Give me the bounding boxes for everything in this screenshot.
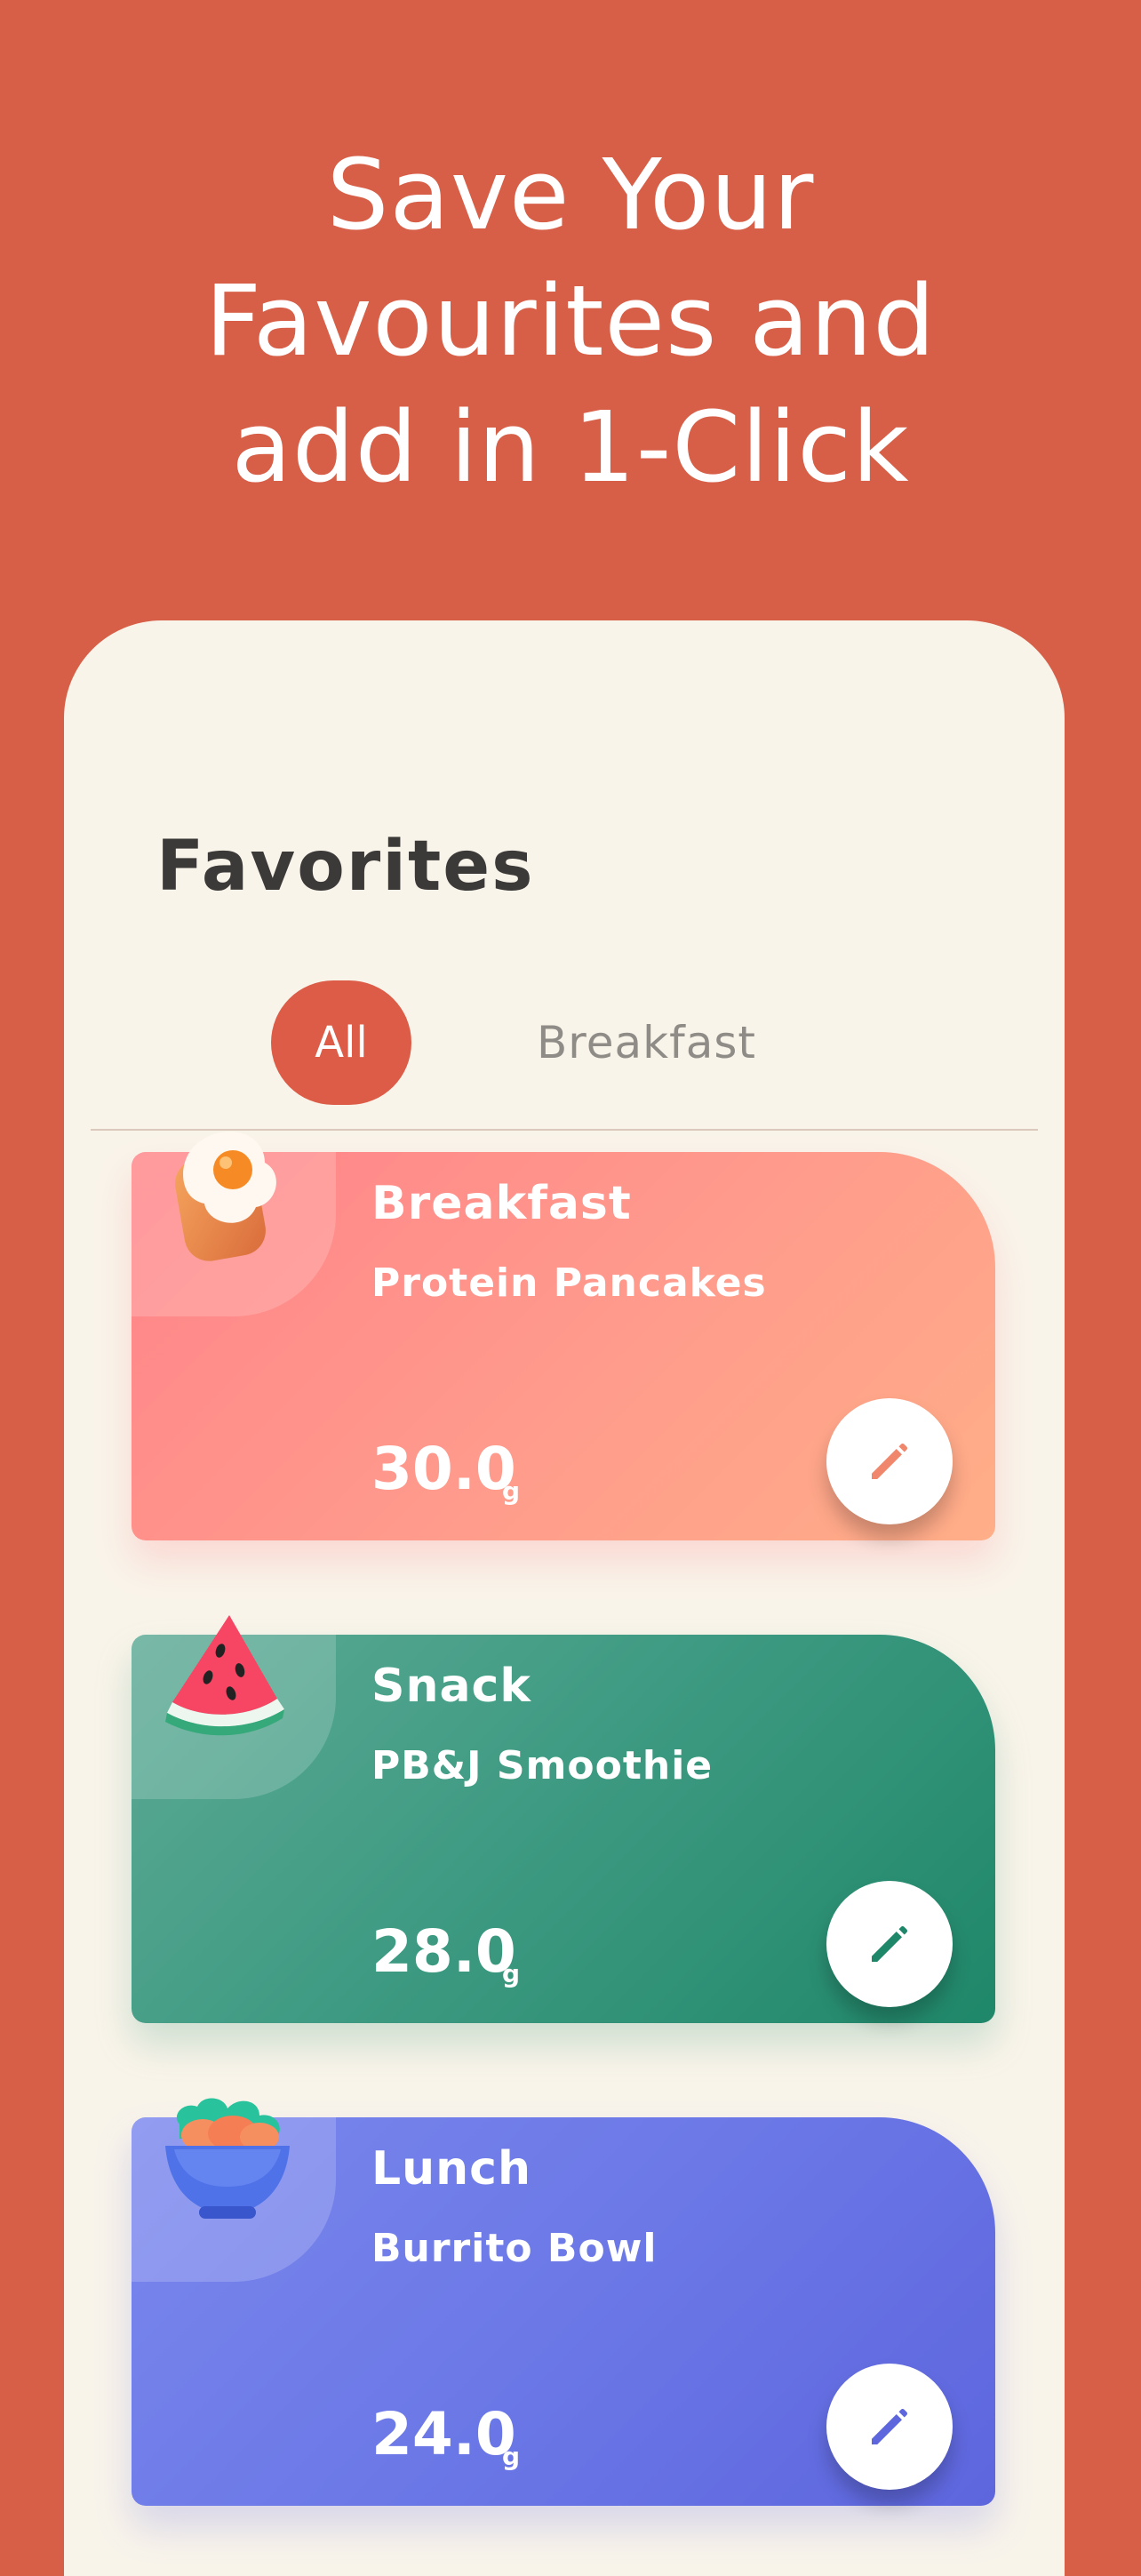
amount-unit: g <box>502 1476 521 1506</box>
meal-name: Burrito Bowl <box>371 2226 658 2271</box>
amount-unit: g <box>502 1959 521 1988</box>
meal-type-label: Lunch <box>371 2142 532 2196</box>
watermelon-slice-icon <box>165 1615 284 1736</box>
headline-line-3: add in 1-Click <box>231 390 910 504</box>
food-bowl-icon <box>165 2098 290 2219</box>
edit-button[interactable] <box>826 2364 953 2490</box>
meal-name: Protein Pancakes <box>371 1260 767 1306</box>
headline-line-1: Save Your <box>326 138 815 252</box>
meal-name: PB&J Smoothie <box>371 1743 714 1788</box>
protein-amount: 24.0 <box>371 2400 516 2468</box>
fried-egg-toast-icon <box>175 1132 276 1261</box>
pencil-icon <box>872 1444 907 1479</box>
pencil-icon <box>872 2409 907 2444</box>
headline-line-2: Favourites and <box>204 264 937 378</box>
favorite-card-snack[interactable]: Snack PB&J Smoothie 28.0 g <box>132 1615 995 2023</box>
favorite-card-breakfast[interactable]: Breakfast Protein Pancakes 30.0 g <box>132 1132 995 1540</box>
edit-button[interactable] <box>826 1398 953 1524</box>
protein-amount: 30.0 <box>371 1435 516 1503</box>
pencil-icon <box>872 1926 907 1962</box>
protein-amount: 28.0 <box>371 1917 516 1986</box>
meal-type-label: Snack <box>371 1660 531 1713</box>
favorite-tabs: All Breakfast <box>64 980 1065 1114</box>
favorites-screen: Favorites All Breakfast Breakfast Protei… <box>64 620 1065 2576</box>
page-title: Favorites <box>156 827 535 907</box>
edit-button[interactable] <box>826 1881 953 2007</box>
tab-breakfast[interactable]: Breakfast <box>537 980 756 1105</box>
meal-type-label: Breakfast <box>371 1177 632 1230</box>
favorite-card-lunch[interactable]: Lunch Burrito Bowl 24.0 g <box>132 2098 995 2506</box>
amount-unit: g <box>502 2442 521 2471</box>
promo-headline: Save Your Favourites and add in 1-Click <box>0 132 1141 510</box>
tab-all[interactable]: All <box>271 980 411 1105</box>
